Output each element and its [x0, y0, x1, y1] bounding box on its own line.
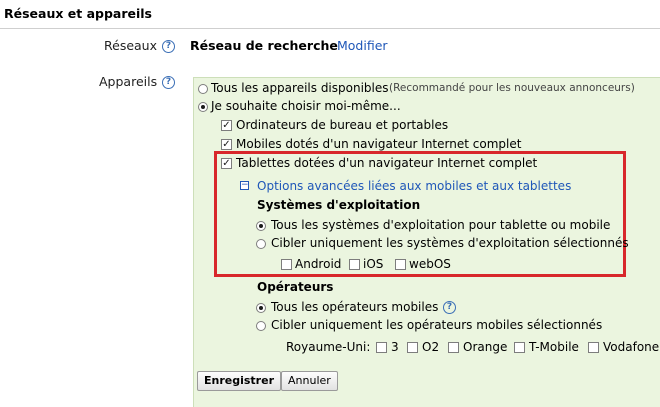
devices-help-icon[interactable]: ? [162, 76, 175, 89]
choose-devices-radio[interactable] [198, 102, 208, 112]
cancel-button[interactable]: Annuler [281, 371, 338, 391]
operators-heading: Opérateurs [257, 280, 334, 294]
mobile-checkbox[interactable]: ✓ [221, 139, 232, 150]
all-devices-hint: (Recommandé pour les nouveaux annonceurs… [389, 82, 635, 94]
tablets-checkbox[interactable]: ✓ [221, 158, 232, 169]
operators-help-icon[interactable]: ? [443, 301, 456, 314]
os-select-radio[interactable] [256, 239, 266, 249]
operators-select-label: Cibler uniquement les opérateurs mobiles… [271, 318, 603, 332]
section-divider [0, 28, 660, 29]
carrier-o2-label: O2 [422, 340, 440, 354]
tablets-label: Tablettes dotées d'un navigateur Interne… [236, 156, 538, 170]
operators-all-radio[interactable] [256, 303, 266, 313]
networks-help-icon[interactable]: ? [162, 40, 175, 53]
carrier-3-checkbox[interactable] [376, 342, 387, 353]
operators-select-radio[interactable] [256, 321, 266, 331]
os-ios-checkbox[interactable] [349, 259, 360, 270]
networks-value: Réseau de recherche [190, 38, 338, 53]
mobile-label: Mobiles dotés d'un navigateur Internet c… [236, 137, 522, 151]
os-all-label: Tous les systèmes d'exploitation pour ta… [271, 218, 611, 232]
desktop-label: Ordinateurs de bureau et portables [236, 118, 449, 132]
os-webos-label: webOS [409, 257, 451, 271]
carrier-tmobile-checkbox[interactable] [514, 342, 525, 353]
os-webos-checkbox[interactable] [395, 259, 406, 270]
os-all-radio[interactable] [256, 221, 266, 231]
networks-label: Réseaux [104, 38, 157, 53]
os-heading: Systèmes d'exploitation [257, 198, 421, 212]
save-button[interactable]: Enregistrer [197, 371, 281, 391]
modify-networks-link[interactable]: Modifier [337, 38, 388, 53]
advanced-options-link[interactable]: Options avancées liées aux mobiles et au… [257, 179, 571, 193]
carrier-vodafone-checkbox[interactable] [588, 342, 599, 353]
os-android-label: Android [295, 257, 342, 271]
carrier-orange-label: Orange [463, 340, 508, 354]
carrier-3-label: 3 [391, 340, 399, 354]
section-title: Réseaux et appareils [4, 6, 152, 21]
carrier-vodafone-label: Vodafone [603, 340, 660, 354]
devices-label: Appareils [99, 74, 158, 89]
country-label: Royaume-Uni: [286, 340, 371, 354]
carrier-tmobile-label: T-Mobile [529, 340, 579, 354]
desktop-checkbox[interactable]: ✓ [221, 120, 232, 131]
choose-devices-label: Je souhaite choisir moi-même... [211, 99, 401, 113]
os-select-label: Cibler uniquement les systèmes d'exploit… [271, 236, 629, 250]
all-devices-radio[interactable] [198, 84, 208, 94]
operators-all-label: Tous les opérateurs mobiles [271, 300, 439, 314]
os-android-checkbox[interactable] [281, 259, 292, 270]
carrier-orange-checkbox[interactable] [448, 342, 459, 353]
carrier-o2-checkbox[interactable] [407, 342, 418, 353]
collapse-icon[interactable]: − [240, 181, 249, 190]
os-ios-label: iOS [363, 257, 384, 271]
all-devices-label: Tous les appareils disponibles [211, 81, 389, 95]
